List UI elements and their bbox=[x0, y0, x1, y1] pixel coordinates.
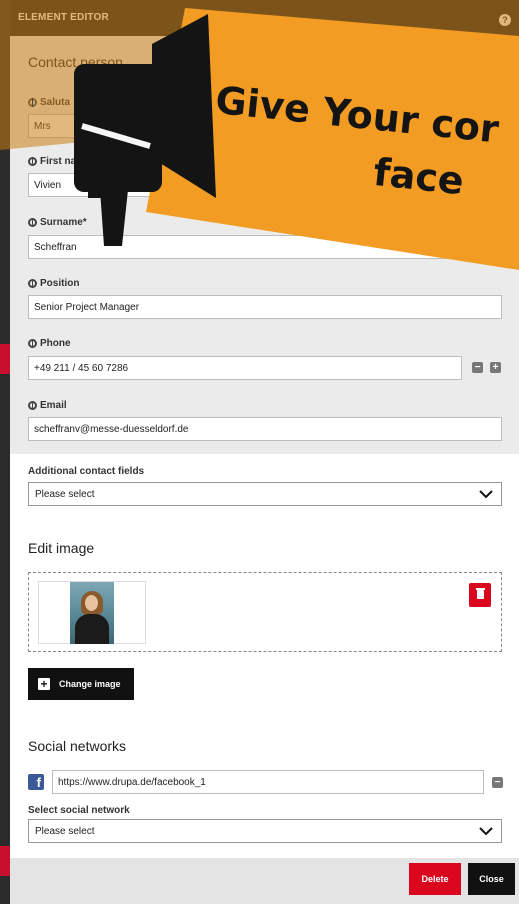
globe-icon bbox=[28, 401, 37, 410]
contact-person-title: Contact person bbox=[28, 54, 123, 70]
email-label: Email bbox=[28, 400, 67, 411]
email-field[interactable]: scheffranv@messe-duesseldorf.de bbox=[28, 417, 502, 441]
salutation-label: Saluta bbox=[28, 97, 70, 108]
background-red-marker bbox=[0, 846, 10, 876]
remove-social-button[interactable]: − bbox=[492, 777, 503, 788]
first-name-label: First nam bbox=[28, 156, 85, 167]
additional-fields-label: Additional contact fields bbox=[28, 466, 145, 477]
social-networks-title: Social networks bbox=[28, 738, 127, 754]
phone-label: Phone bbox=[28, 338, 71, 349]
edit-image-title: Edit image bbox=[28, 540, 95, 556]
close-button[interactable]: Close bbox=[468, 863, 515, 895]
facebook-icon: f bbox=[28, 774, 44, 790]
phone-field[interactable]: +49 211 / 45 60 7286 bbox=[28, 356, 462, 380]
remove-phone-button[interactable]: − bbox=[472, 362, 483, 373]
change-image-button[interactable]: + Change image bbox=[28, 668, 134, 700]
promo-headline-line2: face bbox=[371, 150, 466, 204]
surname-label: Surname* bbox=[28, 217, 87, 228]
position-field[interactable]: Senior Project Manager bbox=[28, 295, 502, 319]
editor-title: ELEMENT EDITOR bbox=[18, 12, 109, 23]
position-label: Position bbox=[28, 278, 79, 289]
social-url-field[interactable]: https://www.drupa.de/facebook_1 bbox=[52, 770, 484, 794]
globe-icon bbox=[28, 279, 37, 288]
globe-icon bbox=[28, 218, 37, 227]
image-dropzone[interactable] bbox=[28, 572, 502, 652]
delete-button[interactable]: Delete bbox=[409, 863, 461, 895]
chevron-down-icon bbox=[479, 490, 493, 499]
background-red-marker bbox=[0, 344, 10, 374]
social-network-select[interactable]: Please select bbox=[28, 819, 502, 843]
delete-image-button[interactable] bbox=[469, 583, 491, 607]
editor-titlebar: ELEMENT EDITOR ? bbox=[10, 0, 519, 36]
plus-icon: + bbox=[38, 678, 50, 690]
globe-icon bbox=[28, 157, 37, 166]
contact-photo-thumbnail bbox=[38, 581, 146, 644]
background-page-strip bbox=[0, 0, 10, 904]
globe-icon bbox=[28, 98, 37, 107]
chevron-down-icon bbox=[479, 827, 493, 836]
add-phone-button[interactable]: + bbox=[490, 362, 501, 373]
surname-field[interactable]: Scheffran bbox=[28, 235, 502, 259]
select-social-label: Select social network bbox=[28, 805, 130, 816]
globe-icon bbox=[28, 339, 37, 348]
contact-photo bbox=[70, 582, 114, 644]
help-icon[interactable]: ? bbox=[499, 14, 511, 26]
additional-fields-select[interactable]: Please select bbox=[28, 482, 502, 506]
